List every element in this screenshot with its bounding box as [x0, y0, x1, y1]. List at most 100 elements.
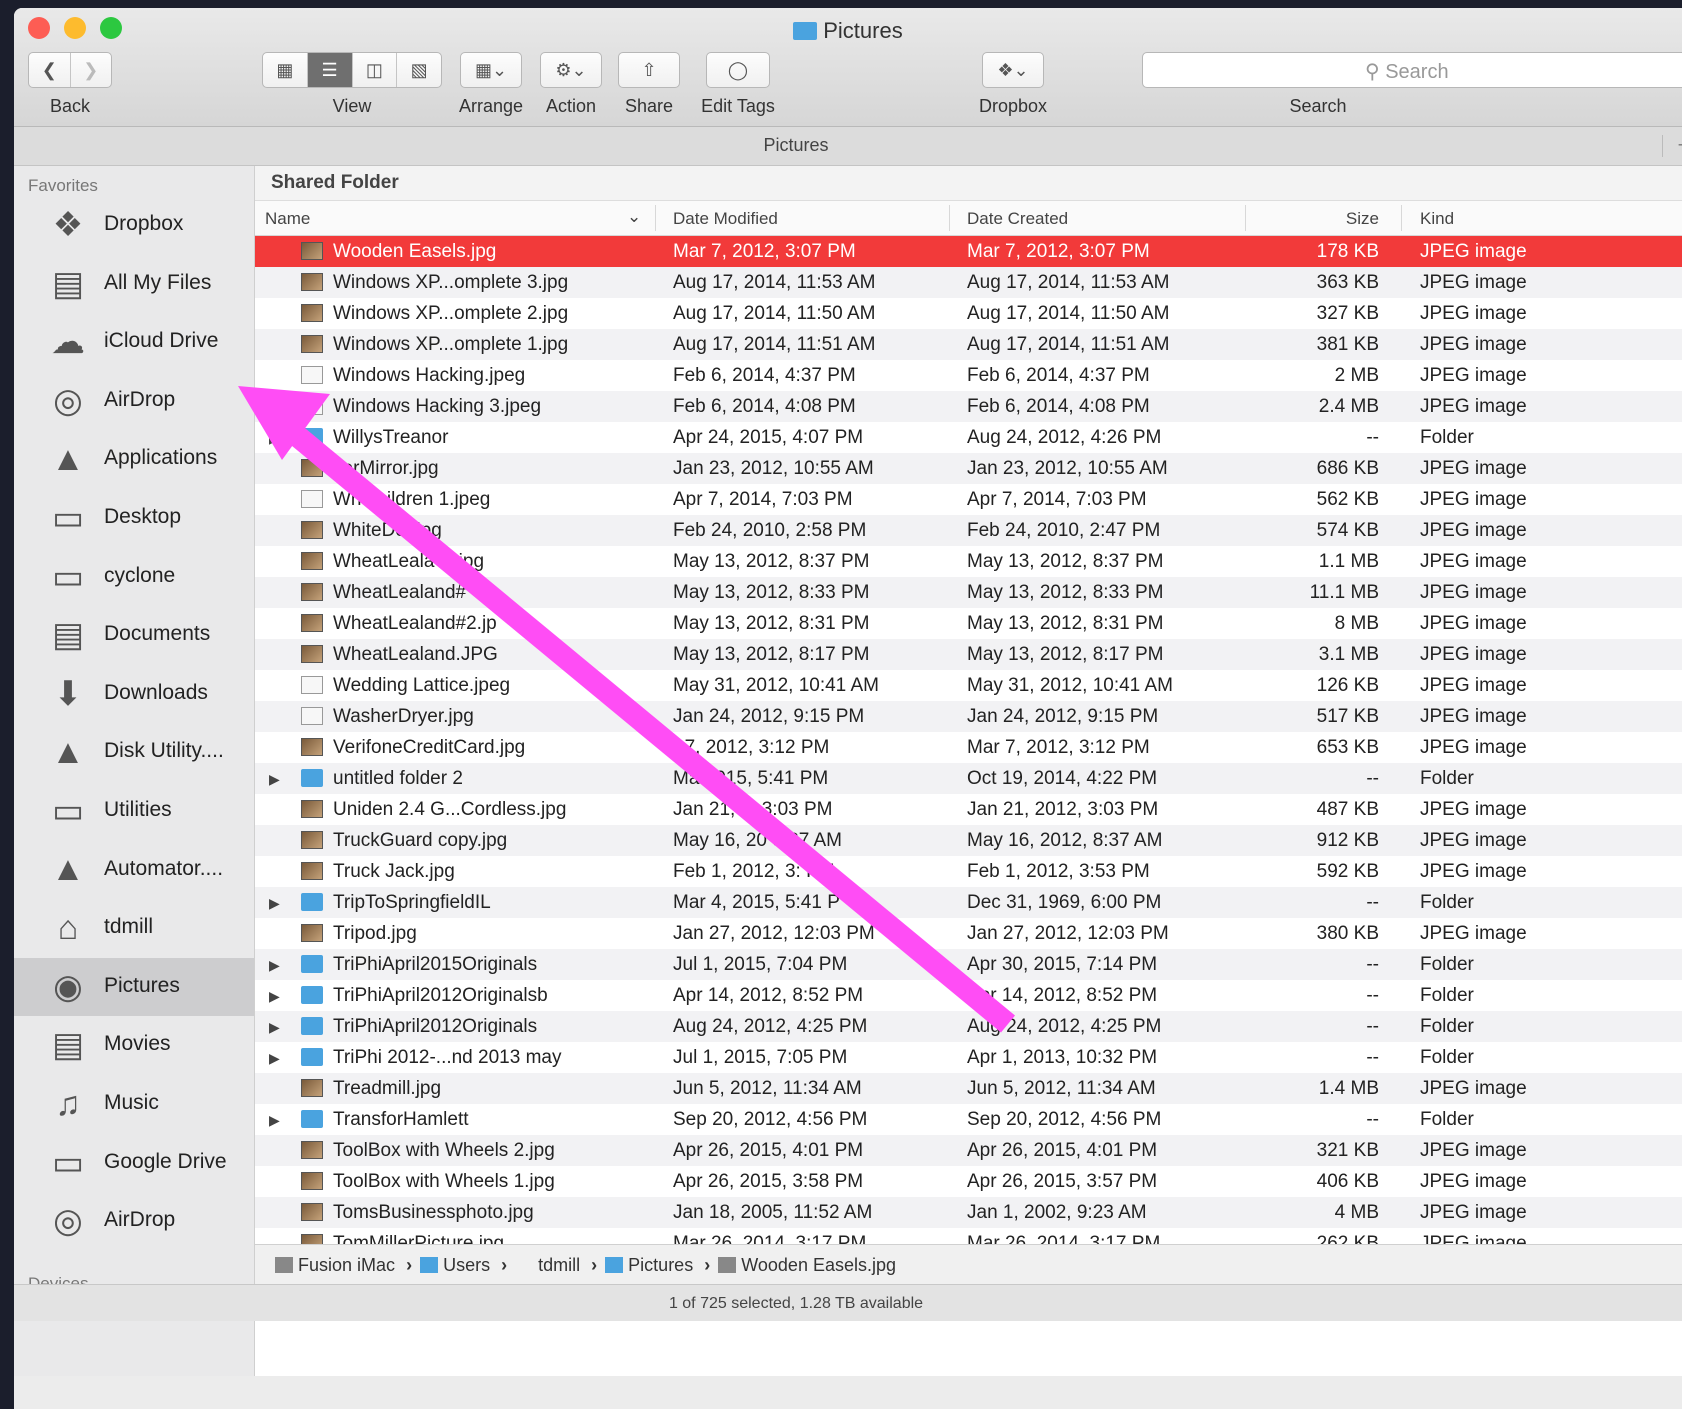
image-file-icon [301, 1141, 323, 1159]
column-divider[interactable] [949, 205, 950, 231]
folder-row[interactable]: ▶ TriPhiApril2012Originals Aug 24, 2012, 4… [255, 1011, 1682, 1042]
file-row[interactable]: Wedding Lattice.jpeg May 31, 2012, 10:41 … [255, 670, 1682, 701]
sidebar-item[interactable]: ▭ Utilities [14, 782, 254, 840]
file-row[interactable]: WheatLealand# May 13, 2012, 8:33 PM May 13… [255, 577, 1682, 608]
arrange-button[interactable]: ▦⌄ [460, 52, 522, 88]
sidebar-item[interactable]: ▭ Desktop [14, 489, 254, 547]
file-row[interactable]: WheatLealand#2.jp May 13, 2012, 8:31 PM Ma… [255, 608, 1682, 639]
file-row[interactable]: ToolBox with Wheels 2.jpg Apr 26, 2015, 4… [255, 1135, 1682, 1166]
sidebar-item-label: cyclone [104, 563, 176, 587]
disclosure-triangle-icon[interactable]: ▶ [269, 957, 280, 974]
icon-view-icon[interactable]: ▦ [263, 53, 308, 87]
sidebar-item[interactable]: ▲ Disk Utility.... [14, 723, 254, 781]
column-header-size[interactable]: Size [1275, 209, 1379, 229]
dropbox-button[interactable]: ❖⌄ [982, 52, 1044, 88]
file-row[interactable]: Uniden 2.4 G...Cordless.jpg Jan 21, 2, 3:… [255, 794, 1682, 825]
file-row[interactable]: WheatLeala R.jpg May 13, 2012, 8:37 PM May… [255, 546, 1682, 577]
column-view-icon[interactable]: ◫ [353, 53, 398, 87]
column-header-created[interactable]: Date Created [967, 209, 1068, 229]
sidebar-item[interactable]: ▤ All My Files [14, 255, 254, 313]
file-row[interactable]: WhiteDo .jpg Feb 24, 2010, 2:58 PM Feb 24,… [255, 515, 1682, 546]
date-modified: Aug 24, 2012, 4:25 PM [673, 1016, 868, 1037]
date-created: Jan 27, 2012, 12:03 PM [967, 923, 1169, 944]
edit-tags-button[interactable]: ◯ [706, 52, 770, 88]
folder-row[interactable]: ▶ WillysTreanor Apr 24, 2015, 4:07 PM Aug 2… [255, 422, 1682, 453]
path-segment-label: tdmill [538, 1255, 581, 1275]
file-row[interactable]: kerMirror.jpg Jan 23, 2012, 10:55 AM Jan 2… [255, 453, 1682, 484]
path-segment[interactable]: Wooden Easels.jpg [718, 1255, 896, 1276]
path-segment[interactable]: tdmill › [515, 1255, 597, 1276]
file-row[interactable]: Windows XP...omplete 1.jpg Aug 17, 2014, … [255, 329, 1682, 360]
new-tab-button[interactable]: + [1662, 135, 1682, 157]
action-label: Action [545, 96, 597, 116]
file-row[interactable]: Treadmill.jpg Jun 5, 2012, 11:34 AM Jun 5,… [255, 1073, 1682, 1104]
file-row[interactable]: ToolBox with Wheels 1.jpg Apr 26, 2015, 3… [255, 1166, 1682, 1197]
sidebar-item[interactable]: ⬇ Downloads [14, 665, 254, 723]
date-modified: Sep 20, 2012, 4:56 PM [673, 1109, 868, 1130]
action-button[interactable]: ⚙⌄ [540, 52, 602, 88]
file-row[interactable]: TruckGuard copy.jpg May 16, 20 8:37 AM May… [255, 825, 1682, 856]
sidebar-item[interactable]: ▭ cyclone [14, 548, 254, 606]
file-row[interactable]: Tripod.jpg Jan 27, 2012, 12:03 PM Jan 27, … [255, 918, 1682, 949]
disclosure-triangle-icon[interactable]: ▶ [269, 1050, 280, 1067]
back-button[interactable]: ❮ [29, 53, 71, 87]
path-segment-label: Fusion iMac [298, 1255, 396, 1275]
image-file-icon [301, 831, 323, 849]
search-field[interactable]: ⚲ Search [1142, 52, 1682, 88]
list-view-icon[interactable]: ☰ [307, 53, 353, 87]
folder-row[interactable]: ▶ TransforHamlett Sep 20, 2012, 4:56 PM Sep… [255, 1104, 1682, 1135]
sidebar-item[interactable]: ▭ Google Drive [14, 1134, 254, 1192]
tab-pictures[interactable]: Pictures [14, 135, 1578, 156]
file-row[interactable]: TomsBusinessphoto.jpg Jan 18, 2005, 11:52… [255, 1197, 1682, 1228]
folder-row[interactable]: ▶ TripToSpringfieldIL Mar 4, 2015, 5:41 P D… [255, 887, 1682, 918]
share-button[interactable]: ⇧ [618, 52, 680, 88]
image-file-icon [301, 676, 323, 694]
file-row[interactable]: Truck Jack.jpg Feb 1, 2012, 3: PM Feb 1, 2… [255, 856, 1682, 887]
path-segment[interactable]: Users › [420, 1255, 507, 1276]
disclosure-triangle-icon[interactable]: ▶ [269, 895, 280, 912]
file-row[interactable]: WheatLealand.JPG May 13, 2012, 8:17 PM May… [255, 639, 1682, 670]
file-row[interactable]: Wooden Easels.jpg Mar 7, 2012, 3:07 PM Mar… [255, 236, 1682, 267]
folder-row[interactable]: ▶ untitled folder 2 Ma 2015, 5:41 PM Oct 19… [255, 763, 1682, 794]
folder-row[interactable]: ▶ TriPhiApril2015Originals Jul 1, 2015, 7:… [255, 949, 1682, 980]
sidebar-item[interactable]: ◎ AirDrop [14, 372, 254, 430]
file-row[interactable]: Windows XP...omplete 3.jpg Aug 17, 2014, … [255, 267, 1682, 298]
sidebar-item[interactable]: ♫ Music [14, 1075, 254, 1133]
file-row[interactable]: VerifoneCreditCard.jpg r 7, 2012, 3:12 PM… [255, 732, 1682, 763]
cover-flow-view-icon[interactable]: ▧ [397, 53, 441, 87]
sort-chevron-icon[interactable]: ⌄ [627, 207, 641, 227]
file-row[interactable]: Windows Hacking 3.jpeg Feb 6, 2014, 4:08 … [255, 391, 1682, 422]
path-segment[interactable]: Pictures › [605, 1255, 710, 1276]
sidebar-item[interactable]: ◎ AirDrop [14, 1192, 254, 1250]
disclosure-triangle-icon[interactable]: ▶ [269, 430, 280, 447]
column-divider[interactable] [1245, 205, 1246, 231]
image-file-icon [301, 800, 323, 818]
column-header-modified[interactable]: Date Modified [673, 209, 778, 229]
sidebar-item[interactable]: ▤ Movies [14, 1016, 254, 1074]
sidebar-item[interactable]: ❖ Dropbox [14, 196, 254, 254]
column-divider[interactable] [1401, 205, 1402, 231]
file-row[interactable]: WasherDryer.jpg Jan 24, 2012, 9:15 PM Jan … [255, 701, 1682, 732]
column-header-kind[interactable]: Kind [1420, 209, 1454, 229]
sidebar-item[interactable]: ▲ Applications [14, 430, 254, 488]
path-segment[interactable]: Fusion iMac › [275, 1255, 412, 1276]
column-header-name[interactable]: Name [265, 209, 310, 229]
folder-row[interactable]: ▶ TriPhiApril2012Originalsb Apr 14, 2012, … [255, 980, 1682, 1011]
folder-row[interactable]: ▶ TriPhi 2012-...nd 2013 may Jul 1, 2015, … [255, 1042, 1682, 1073]
sidebar-item[interactable]: ▲ Automator.... [14, 841, 254, 899]
disclosure-triangle-icon[interactable]: ▶ [269, 771, 280, 788]
sidebar-item[interactable]: ☁ iCloud Drive [14, 313, 254, 371]
sidebar-item[interactable]: ▤ Documents [14, 606, 254, 664]
disclosure-triangle-icon[interactable]: ▶ [269, 1112, 280, 1129]
file-row[interactable]: Windows Hacking.jpeg Feb 6, 2014, 4:37 PM… [255, 360, 1682, 391]
sidebar-item[interactable]: ◉ Pictures [14, 957, 254, 1016]
file-row[interactable]: Windows XP...omplete 2.jpg Aug 17, 2014, … [255, 298, 1682, 329]
forward-button[interactable]: ❯ [71, 53, 112, 87]
file-row[interactable]: Wh children 1.jpeg Apr 7, 2014, 7:03 PM Ap… [255, 484, 1682, 515]
column-divider[interactable] [655, 205, 656, 231]
sidebar-item[interactable]: ⌂ tdmill [14, 899, 254, 957]
disclosure-triangle-icon[interactable]: ▶ [269, 988, 280, 1005]
disclosure-triangle-icon[interactable]: ▶ [269, 1019, 280, 1036]
file-name: Uniden 2.4 G...Cordless.jpg [333, 799, 567, 820]
date-modified: Mar 7, 2012, 3:07 PM [673, 241, 856, 262]
